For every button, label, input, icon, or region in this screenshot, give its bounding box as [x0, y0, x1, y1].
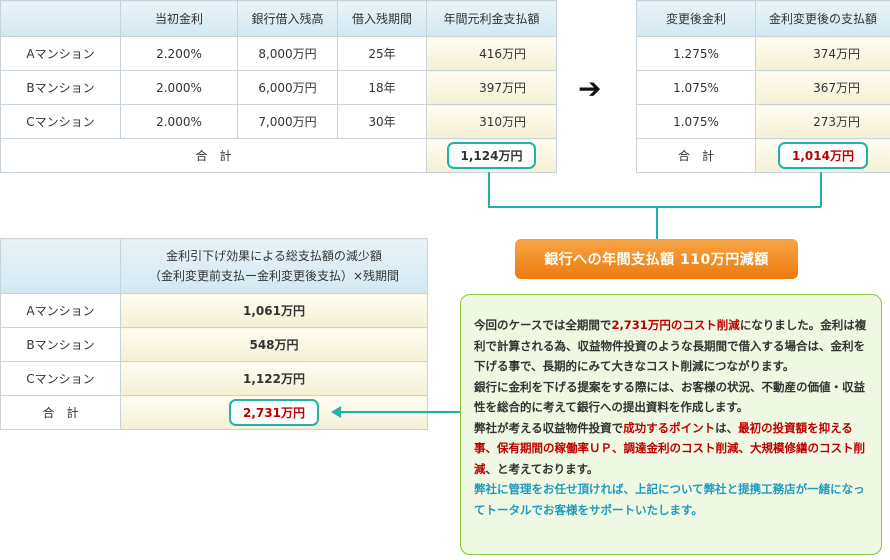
total-cell: 1,014万円	[755, 138, 890, 173]
connector-line-right-down	[820, 172, 822, 207]
connector-line-note	[340, 411, 461, 413]
total-row: 合 計 1,124万円	[0, 138, 557, 173]
table-row: Bマンション 548万円	[0, 327, 428, 362]
arrowhead-left-icon	[331, 406, 341, 418]
loan-table-after: 変更後金利 金利変更後の支払額 1.275% 374万円 1.075% 367万…	[636, 0, 890, 173]
loan-table-before: 当初金利 銀行借入残高 借入残期間 年間元利金支払額 Aマンション 2.200%…	[0, 0, 557, 173]
header-reduction: 金利引下げ効果による総支払額の減少額 （金利変更前支払ー金利変更後支払）×残期間	[120, 238, 428, 294]
note-closing: 弊社に管理をお任せ頂ければ、上記について弊社と提携工務店が一緒になってトータルで…	[474, 482, 865, 517]
property-name: Cマンション	[0, 104, 121, 139]
rate-cell: 1.275%	[636, 36, 756, 71]
header-blank	[0, 238, 121, 294]
period-cell: 25年	[337, 36, 427, 71]
property-name: Aマンション	[0, 293, 121, 328]
table-row: Bマンション 2.000% 6,000万円 18年 397万円	[0, 70, 557, 105]
table-row: Aマンション 2.200% 8,000万円 25年 416万円	[0, 36, 557, 71]
payment-cell: 273万円	[755, 104, 890, 139]
header-blank	[0, 0, 121, 37]
header-initial-rate: 当初金利	[120, 0, 238, 37]
total-reduction-value: 2,731万円	[229, 399, 319, 426]
period-cell: 30年	[337, 104, 427, 139]
table-row: Aマンション 1,061万円	[0, 293, 428, 328]
explanation-box: 今回のケースでは全期間で2,731万円のコスト削減になりました。金利は複利で計算…	[460, 294, 882, 555]
payment-cell: 397万円	[426, 70, 557, 105]
table-row: 1.075% 367万円	[636, 70, 890, 105]
table-row: Cマンション 1,122万円	[0, 361, 428, 396]
table-row: Cマンション 2.000% 7,000万円 30年 310万円	[0, 104, 557, 139]
rate-cell: 2.000%	[120, 104, 238, 139]
property-name: Bマンション	[0, 327, 121, 362]
note-text: 銀行に金利を下げる提案をする際には、お客様の状況、不動産の価値・収益性を総合的に…	[474, 379, 865, 415]
note-text: 今回のケースでは全期間で	[474, 318, 612, 332]
total-label: 合 計	[0, 138, 427, 173]
balance-cell: 6,000万円	[237, 70, 338, 105]
header-period: 借入残期間	[337, 0, 427, 37]
header-reduction-line2: （金利変更前支払ー金利変更後支払）×残期間	[148, 269, 400, 283]
header-annual-payment: 年間元利金支払額	[426, 0, 557, 37]
total-row: 合 計 1,014万円	[636, 138, 890, 173]
period-cell: 18年	[337, 70, 427, 105]
table-row: 1.275% 374万円	[636, 36, 890, 71]
rate-cell: 1.075%	[636, 104, 756, 139]
total-reduction-table: 金利引下げ効果による総支払額の減少額 （金利変更前支払ー金利変更後支払）×残期間…	[0, 238, 428, 430]
rate-cell: 2.200%	[120, 36, 238, 71]
total-cell: 1,124万円	[426, 138, 557, 173]
note-text: 弊社が考える収益物件投資で	[474, 420, 624, 435]
reduction-banner: 銀行への年間支払額 110万円減額	[515, 239, 798, 279]
note-text: 、と考えております。	[485, 461, 599, 476]
header-new-rate: 変更後金利	[636, 0, 756, 37]
payment-cell: 374万円	[755, 36, 890, 71]
table-row: 1.075% 273万円	[636, 104, 890, 139]
total-value-after: 1,014万円	[778, 142, 868, 169]
property-name: Cマンション	[0, 361, 121, 396]
note-highlight: 2,731万円のコスト削減	[611, 318, 740, 332]
rate-cell: 1.075%	[636, 70, 756, 105]
reduction-cell: 548万円	[120, 327, 428, 362]
note-highlight: 成功するポイント	[623, 420, 716, 435]
payment-cell: 367万円	[755, 70, 890, 105]
total-value-before: 1,124万円	[446, 142, 537, 169]
right-arrow-icon: ➔	[578, 72, 602, 105]
reduction-cell: 1,061万円	[120, 293, 428, 328]
connector-line-left-down	[488, 172, 490, 207]
total-label: 合 計	[0, 395, 121, 430]
property-name: Aマンション	[0, 36, 121, 71]
reduction-cell: 1,122万円	[120, 361, 428, 396]
balance-cell: 8,000万円	[237, 36, 338, 71]
rate-cell: 2.000%	[120, 70, 238, 105]
connector-line-horizontal	[488, 206, 821, 208]
header-new-payment: 金利変更後の支払額	[755, 0, 890, 37]
property-name: Bマンション	[0, 70, 121, 105]
payment-cell: 416万円	[426, 36, 557, 71]
total-label: 合 計	[636, 138, 756, 173]
header-reduction-line1: 金利引下げ効果による総支払額の減少額	[166, 249, 382, 263]
connector-line-center-down	[656, 206, 658, 240]
payment-cell: 310万円	[426, 104, 557, 139]
balance-cell: 7,000万円	[237, 104, 338, 139]
note-text: は、	[715, 420, 739, 435]
header-balance: 銀行借入残高	[237, 0, 338, 37]
